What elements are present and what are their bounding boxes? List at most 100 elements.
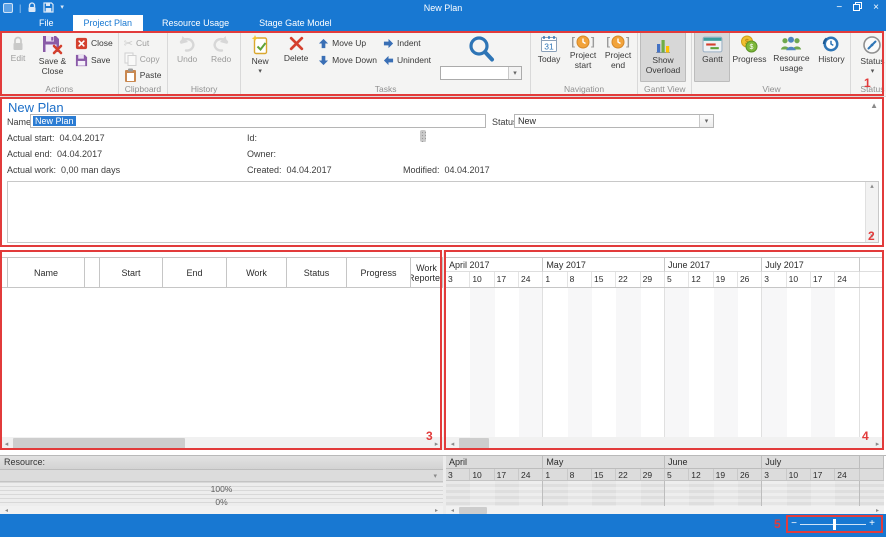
actual-start-label: Actual start:: [7, 133, 55, 143]
scroll-up-icon[interactable]: ▴: [870, 182, 874, 192]
description-textarea[interactable]: ▴ ▾: [7, 181, 879, 243]
status-select[interactable]: New ▾: [514, 114, 714, 128]
new-label: New: [252, 57, 269, 67]
coins-icon: $$: [740, 35, 758, 53]
cut-button[interactable]: ✂ Cut: [121, 36, 165, 50]
status-button[interactable]: Status ▾: [853, 32, 886, 82]
scroll-left-icon[interactable]: ◂: [446, 437, 459, 450]
timeline-column: [738, 288, 762, 437]
chevron-down-icon[interactable]: ▾: [508, 67, 521, 79]
ribbon-group-gantt-view: Show Overload Gantt View: [638, 32, 692, 96]
timeline-month-cell: [860, 456, 884, 469]
timeline-month-cell: May: [543, 456, 665, 469]
resource-usage-view-button[interactable]: Resource usage: [768, 32, 814, 82]
progress-view-button[interactable]: $$ Progress: [730, 32, 768, 82]
task-grid-pane: Name StartEndWorkStatusProgressWork Repor…: [0, 250, 443, 450]
task-grid-column-header[interactable]: Work Reported: [411, 258, 443, 287]
chevron-down-icon[interactable]: ▾: [699, 115, 713, 127]
paste-button[interactable]: Paste: [121, 68, 165, 82]
timeline-column: [738, 481, 762, 506]
chevron-down-icon[interactable]: ▾: [433, 472, 437, 480]
splitter-grip-icon[interactable]: [420, 130, 426, 142]
task-grid-column-header[interactable]: Progress: [347, 258, 411, 287]
task-grid-column-header[interactable]: End: [163, 258, 227, 287]
show-overload-button[interactable]: Show Overload: [640, 32, 686, 82]
project-start-button[interactable]: [] Project start: [565, 32, 601, 82]
task-grid-hscrollbar[interactable]: ◂ ▸: [0, 437, 443, 450]
copy-button[interactable]: Copy: [121, 52, 165, 66]
redo-button[interactable]: Redo: [204, 32, 238, 82]
edit-button[interactable]: Edit: [3, 32, 33, 82]
tab-file[interactable]: File: [28, 15, 65, 31]
collapse-form-icon[interactable]: ▲: [870, 101, 878, 110]
today-button[interactable]: 31 Today: [533, 32, 565, 82]
timeline-column: [762, 481, 786, 506]
timeline-column: [665, 481, 689, 506]
resource-selector-row[interactable]: ▾: [0, 470, 443, 482]
save-button[interactable]: Save: [72, 53, 116, 67]
search-icon[interactable]: [466, 34, 496, 64]
scroll-left-icon[interactable]: ◂: [0, 437, 13, 450]
save-and-close-button[interactable]: Save & Close: [33, 32, 72, 82]
progress-view-label: Progress: [732, 55, 766, 65]
close-button[interactable]: Close: [72, 36, 116, 50]
task-grid-body[interactable]: [0, 288, 443, 437]
timeline-week-cell: 17: [495, 272, 519, 287]
task-grid-column-header[interactable]: Status: [287, 258, 347, 287]
svg-text:$: $: [750, 44, 754, 51]
zoom-slider-thumb[interactable]: [833, 519, 836, 530]
gantt-hscrollbar[interactable]: ◂ ▸: [446, 437, 884, 450]
indent-button[interactable]: Indent: [380, 36, 434, 50]
timeline-month-cell: [860, 258, 884, 272]
scrollbar-thumb[interactable]: [13, 438, 185, 449]
zoom-out-button[interactable]: −: [788, 519, 800, 529]
timeline-column: [665, 288, 689, 437]
resource-month-header: AprilMayJuneJuly: [446, 456, 884, 469]
task-grid-column-header[interactable]: [85, 258, 100, 287]
new-button[interactable]: New ▾: [243, 32, 277, 82]
gauge-icon: [862, 35, 882, 55]
tab-project-plan[interactable]: Project Plan: [73, 15, 144, 31]
title-bar: | ▾ New Plan − ×: [0, 0, 886, 15]
ribbon-group-tasks: New ▾ Delete Move Up Move Down: [241, 32, 531, 96]
zoom-in-button[interactable]: +: [866, 519, 878, 529]
modified-label: Modified:: [403, 165, 440, 175]
timeline-column: [543, 481, 567, 506]
paste-icon: [124, 68, 137, 83]
scrollbar-thumb[interactable]: [459, 507, 487, 514]
timeline-column: [495, 288, 519, 437]
undo-button[interactable]: Undo: [170, 32, 204, 82]
gantt-view-button[interactable]: Gantt: [694, 32, 730, 82]
gantt-chart-body[interactable]: [446, 288, 884, 437]
redo-icon: [210, 35, 232, 53]
timeline-column: [811, 481, 835, 506]
delete-button[interactable]: Delete: [277, 32, 315, 82]
task-grid-column-header[interactable]: Start: [100, 258, 163, 287]
unindent-button[interactable]: Unindent: [380, 53, 434, 67]
move-up-button[interactable]: Move Up: [315, 36, 380, 50]
timeline-column: [568, 481, 592, 506]
page-title: New Plan: [8, 100, 64, 115]
tab-stage-gate-model[interactable]: Stage Gate Model: [248, 15, 343, 31]
new-dropdown-icon[interactable]: ▾: [258, 69, 262, 74]
task-filter-combobox[interactable]: ▾: [440, 66, 522, 80]
task-grid-column-header[interactable]: Name: [8, 258, 85, 287]
move-down-button[interactable]: Move Down: [315, 53, 380, 67]
scrollbar-thumb[interactable]: [459, 438, 489, 449]
copy-label: Copy: [140, 54, 160, 64]
project-end-button[interactable]: [] Project end: [601, 32, 635, 82]
group-label-navigation: Navigation: [533, 84, 635, 96]
zoom-slider[interactable]: [800, 524, 866, 525]
today-label: Today: [538, 55, 561, 65]
status-dropdown-icon[interactable]: ▾: [871, 69, 875, 74]
name-input[interactable]: New Plan: [30, 114, 486, 128]
annotation-label-4: 4: [862, 429, 869, 443]
history-view-button[interactable]: History: [814, 32, 848, 82]
new-task-icon: [251, 35, 269, 55]
indent-label: Indent: [397, 38, 421, 48]
task-grid-column-header[interactable]: Work: [227, 258, 287, 287]
tab-resource-usage[interactable]: Resource Usage: [151, 15, 240, 31]
scroll-right-icon[interactable]: ▸: [871, 437, 884, 450]
resource-timeline-body[interactable]: [446, 481, 884, 506]
task-grid-column-header[interactable]: [0, 258, 8, 287]
